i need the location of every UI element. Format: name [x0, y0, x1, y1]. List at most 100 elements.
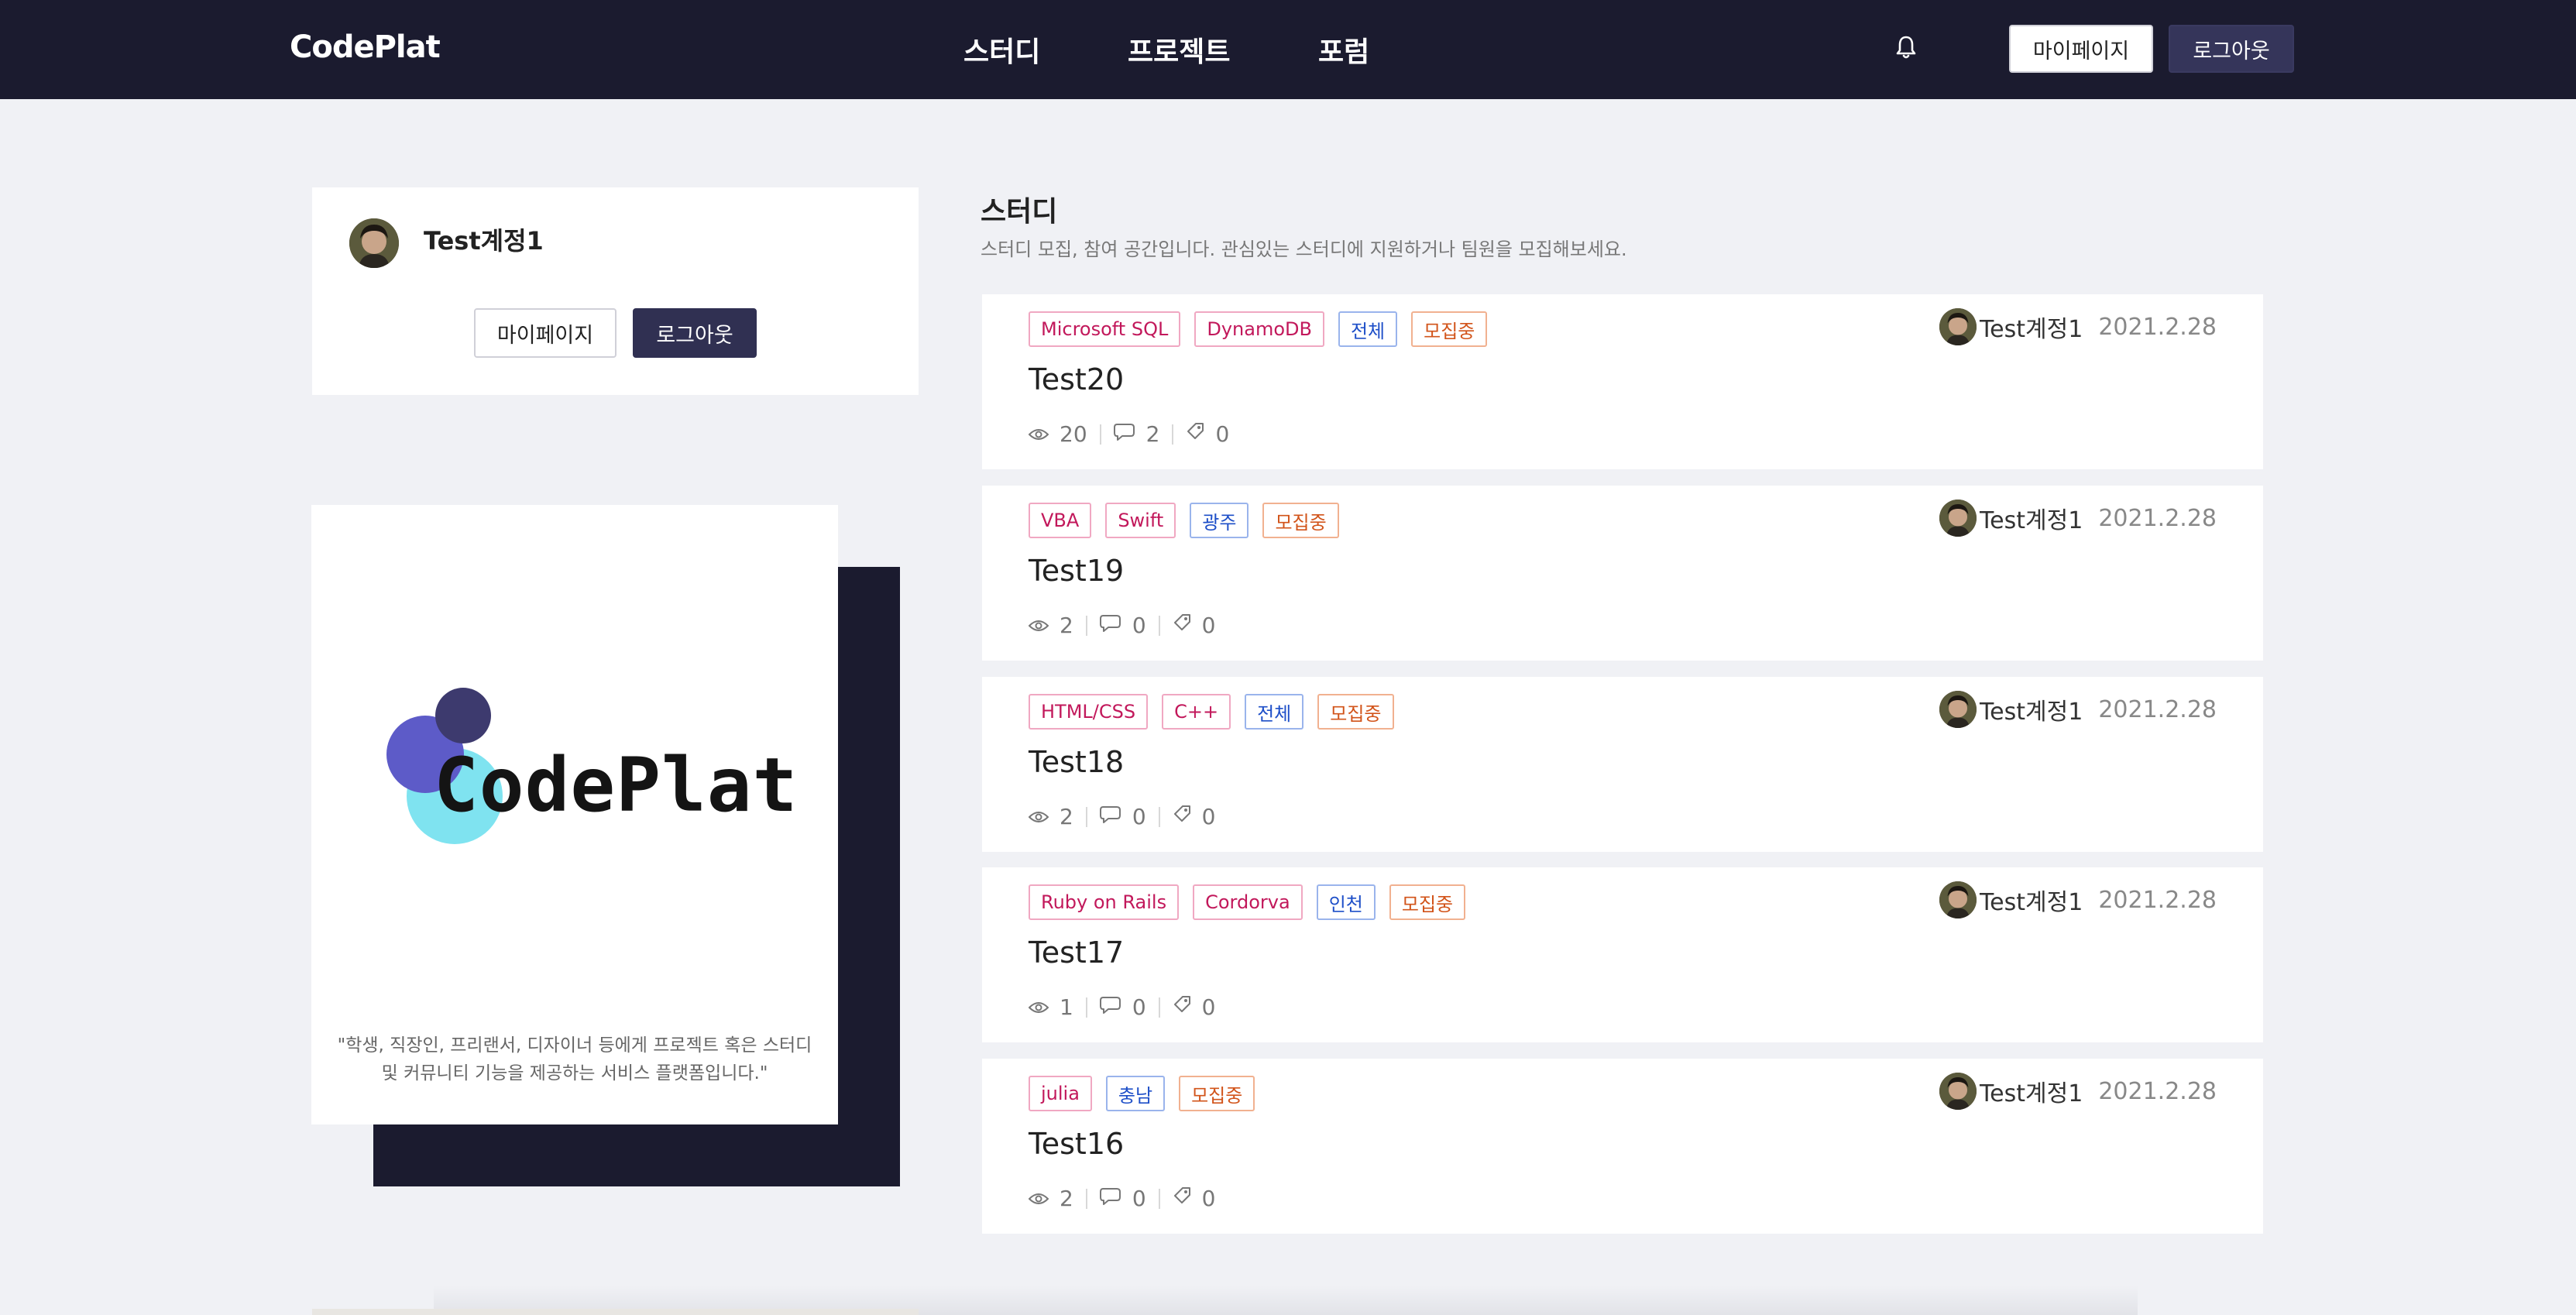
- post-author: Test계정1 2021.2.28: [1939, 1073, 2217, 1110]
- nav-study[interactable]: 스터디: [963, 29, 1040, 70]
- nav-project[interactable]: 프로젝트: [1128, 29, 1230, 70]
- tech-tag[interactable]: Ruby on Rails: [1029, 884, 1180, 920]
- comment-count: 0: [1099, 1186, 1146, 1211]
- tag-icon: [1173, 804, 1191, 829]
- author-name[interactable]: Test계정1: [1980, 310, 2083, 344]
- post-card[interactable]: Microsoft SQL DynamoDB 전체 모집중 Test20 20 2 0…: [982, 294, 2263, 469]
- header-logout-button[interactable]: 로그아웃: [2169, 25, 2294, 73]
- top-navbar: CodePlat 스터디 프로젝트 포럼 마이페이지 로그아웃: [0, 0, 2576, 99]
- like-count-value: 0: [1201, 994, 1216, 1020]
- post-date: 2021.2.28: [2098, 1077, 2217, 1105]
- divider: [1172, 424, 1174, 445]
- tag-list: VBA Swift 광주 모집중: [1029, 503, 1339, 538]
- post-author: Test계정1 2021.2.28: [1939, 308, 2217, 345]
- tech-tag[interactable]: Microsoft SQL: [1029, 311, 1181, 347]
- comment-count-value: 0: [1132, 1186, 1146, 1211]
- nav-forum[interactable]: 포럼: [1318, 29, 1369, 70]
- location-tag[interactable]: 전체: [1245, 694, 1304, 730]
- eye-icon: [1028, 613, 1049, 638]
- post-card[interactable]: HTML/CSS C++ 전체 모집중 Test18 2 0 0 Test계정1 20…: [982, 677, 2263, 852]
- comment-count: 0: [1099, 804, 1146, 829]
- post-title[interactable]: Test18: [1029, 745, 1124, 779]
- comment-icon: [1099, 1186, 1121, 1211]
- view-count-value: 2: [1060, 804, 1073, 829]
- author-name[interactable]: Test계정1: [1980, 1074, 2083, 1108]
- profile-card: Test계정1 마이페이지 로그아웃: [312, 187, 919, 395]
- view-count: 2: [1028, 1186, 1073, 1211]
- divider: [1085, 806, 1087, 827]
- post-title[interactable]: Test19: [1029, 554, 1124, 588]
- like-count: 0: [1186, 421, 1229, 447]
- location-tag[interactable]: 전체: [1338, 311, 1398, 347]
- comment-count-value: 0: [1132, 994, 1146, 1020]
- location-tag[interactable]: 광주: [1190, 503, 1249, 538]
- like-count-value: 0: [1201, 804, 1216, 829]
- status-tag: 모집중: [1262, 503, 1339, 538]
- footer-card-edge: [312, 1309, 919, 1315]
- post-card[interactable]: VBA Swift 광주 모집중 Test19 2 0 0 Test계정1 2021.…: [982, 486, 2263, 661]
- location-tag[interactable]: 인천: [1316, 884, 1376, 920]
- tag-icon: [1186, 421, 1204, 447]
- status-tag: 모집중: [1411, 311, 1488, 347]
- divider: [1099, 424, 1101, 445]
- post-title[interactable]: Test20: [1029, 362, 1124, 397]
- avatar: [1939, 881, 1977, 918]
- avatar: [349, 218, 399, 268]
- view-count: 1: [1028, 994, 1073, 1020]
- view-count: 20: [1028, 421, 1087, 447]
- header-mypage-button[interactable]: 마이페이지: [2009, 25, 2153, 73]
- tech-tag[interactable]: DynamoDB: [1194, 311, 1324, 347]
- post-card[interactable]: Ruby on Rails Cordorva 인천 모집중 Test17 1 0 0 …: [982, 867, 2263, 1042]
- tech-tag[interactable]: C++: [1162, 694, 1231, 730]
- comment-count: 0: [1099, 613, 1146, 638]
- view-count: 2: [1028, 804, 1073, 829]
- comment-count-value: 0: [1132, 804, 1146, 829]
- tech-tag[interactable]: julia: [1029, 1076, 1092, 1111]
- view-count-value: 2: [1060, 613, 1073, 638]
- divider: [1158, 806, 1160, 827]
- post-title[interactable]: Test17: [1029, 936, 1124, 970]
- avatar: [1939, 1073, 1977, 1110]
- profile-mypage-button[interactable]: 마이페이지: [474, 308, 617, 358]
- tag-list: julia 충남 모집중: [1029, 1076, 1255, 1111]
- location-tag[interactable]: 충남: [1105, 1076, 1166, 1111]
- tag-list: Microsoft SQL DynamoDB 전체 모집중: [1029, 311, 1488, 347]
- tech-tag[interactable]: VBA: [1029, 503, 1092, 538]
- post-date: 2021.2.28: [2098, 504, 2217, 532]
- post-stats: 2 0 0: [1028, 613, 1215, 638]
- service-description: "학생, 직장인, 프리랜서, 디자이너 등에게 프로젝트 혹은 스터디 및 커…: [335, 1032, 815, 1087]
- section-title: 스터디: [981, 196, 1058, 228]
- author-name[interactable]: Test계정1: [1980, 883, 2083, 917]
- post-stats: 20 2 0: [1028, 421, 1229, 447]
- tech-tag[interactable]: Swift: [1105, 503, 1176, 538]
- comment-icon: [1099, 994, 1121, 1020]
- tag-icon: [1173, 1186, 1191, 1211]
- post-author: Test계정1 2021.2.28: [1939, 691, 2217, 728]
- like-count: 0: [1173, 613, 1215, 638]
- tag-list: Ruby on Rails Cordorva 인천 모집중: [1029, 884, 1466, 920]
- notification-bell-icon[interactable]: [1894, 34, 1918, 60]
- like-count: 0: [1173, 804, 1216, 829]
- tech-tag[interactable]: Cordorva: [1193, 884, 1303, 920]
- divider: [1085, 997, 1087, 1018]
- like-count: 0: [1173, 994, 1216, 1020]
- author-name[interactable]: Test계정1: [1980, 692, 2083, 726]
- tech-tag[interactable]: HTML/CSS: [1029, 694, 1149, 730]
- eye-icon: [1028, 804, 1049, 829]
- brand-logo[interactable]: CodePlat: [290, 29, 441, 65]
- post-stats: 1 0 0: [1028, 994, 1216, 1020]
- divider: [1085, 615, 1087, 636]
- view-count-value: 2: [1060, 1186, 1073, 1211]
- profile-logout-button[interactable]: 로그아웃: [633, 308, 757, 358]
- divider: [1085, 1188, 1087, 1209]
- logo-card: CodePlat "학생, 직장인, 프리랜서, 디자이너 등에게 프로젝트 혹…: [311, 505, 838, 1124]
- tag-list: HTML/CSS C++ 전체 모집중: [1029, 694, 1394, 730]
- section-description: 스터디 모집, 참여 공간입니다. 관심있는 스터디에 지원하거나 팀원을 모집…: [981, 239, 1627, 260]
- avatar: [1939, 500, 1977, 537]
- post-title[interactable]: Test16: [1029, 1127, 1124, 1161]
- post-card[interactable]: julia 충남 모집중 Test16 2 0 0 Test계정1 2021.2.2…: [982, 1059, 2263, 1234]
- description-line-1: "학생, 직장인, 프리랜서, 디자이너 등에게 프로젝트 혹은 스터디: [337, 1035, 812, 1056]
- post-stats: 2 0 0: [1028, 1186, 1215, 1211]
- profile-name: Test계정1: [424, 226, 544, 256]
- author-name[interactable]: Test계정1: [1980, 501, 2083, 535]
